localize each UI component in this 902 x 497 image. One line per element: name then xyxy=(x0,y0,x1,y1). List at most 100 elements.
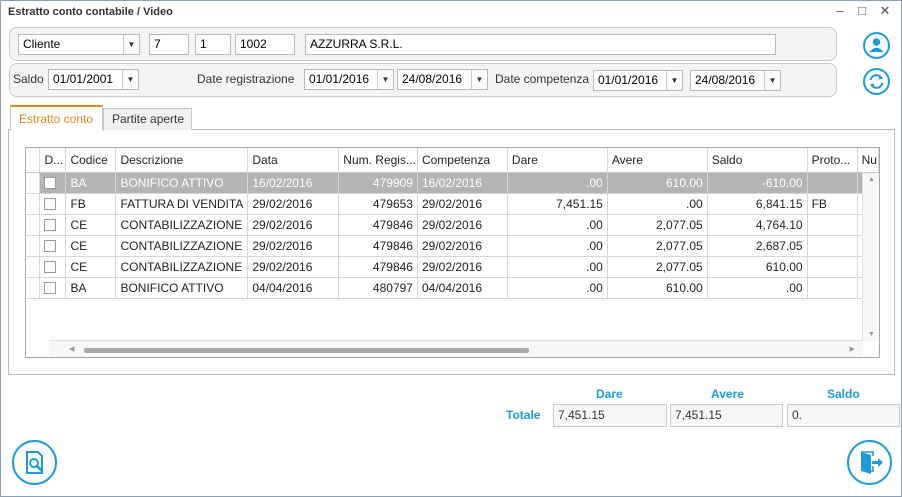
comp-from-picker[interactable]: 01/01/2016 ▼ xyxy=(593,70,683,91)
maximize-button[interactable]: □ xyxy=(852,2,872,20)
cell-proto xyxy=(807,277,858,299)
code-field-2[interactable]: 1 xyxy=(195,34,231,55)
row-checkbox-cell[interactable] xyxy=(39,214,67,236)
totals-avere-header: Avere xyxy=(711,387,744,401)
cell-num-reg: 480797 xyxy=(338,277,418,299)
cell-dare: .00 xyxy=(507,214,608,236)
totals-dare-header: Dare xyxy=(596,387,623,401)
cell-dare: .00 xyxy=(507,277,608,299)
main-window: Estratto conto contabile / Video – □ ✕ C… xyxy=(0,0,902,497)
minimize-button[interactable]: – xyxy=(830,2,850,20)
chevron-down-icon[interactable]: ▼ xyxy=(123,35,139,54)
account-type-value: Cliente xyxy=(23,37,61,51)
customer-button[interactable] xyxy=(863,32,890,59)
comp-date-label: Date competenza xyxy=(495,72,590,86)
table-row[interactable]: FB FATTURA DI VENDITA 29/02/2016 479653 … xyxy=(26,193,879,215)
saldo-date-picker[interactable]: 01/01/2001 ▼ xyxy=(48,69,139,90)
reg-date-label: Date registrazione xyxy=(197,72,295,86)
cell-num-reg: 479909 xyxy=(338,172,418,194)
col-header-proto[interactable]: Proto... xyxy=(807,148,858,173)
row-checkbox-cell[interactable] xyxy=(39,193,67,215)
entries-grid[interactable]: D... Codice Descrizione Data Num. Regis.… xyxy=(25,147,880,358)
scroll-right-icon[interactable]: ▶ xyxy=(850,345,855,353)
col-header-data[interactable]: Data xyxy=(247,148,340,173)
table-row[interactable]: BA BONIFICO ATTIVO 04/04/2016 480797 04/… xyxy=(26,277,879,299)
table-row[interactable]: ▶ BA BONIFICO ATTIVO 16/02/2016 479909 1… xyxy=(26,172,879,194)
horizontal-scrollbar[interactable]: ◀ ▶ xyxy=(49,340,863,357)
vertical-scrollbar[interactable]: ▲ ▼ xyxy=(862,173,879,341)
row-checkbox[interactable] xyxy=(44,282,57,295)
comp-to-value: 24/08/2016 xyxy=(695,73,756,87)
scroll-left-icon[interactable]: ◀ xyxy=(69,345,74,353)
chevron-down-icon[interactable]: ▼ xyxy=(471,70,487,89)
chevron-down-icon[interactable]: ▼ xyxy=(122,70,138,89)
exit-button[interactable] xyxy=(847,440,892,485)
horizontal-scroll-thumb[interactable] xyxy=(84,348,529,353)
col-header-d[interactable]: D... xyxy=(39,148,67,173)
cell-saldo: 4,764.10 xyxy=(707,214,808,236)
row-checkbox[interactable] xyxy=(44,177,57,190)
refresh-icon xyxy=(869,74,884,89)
reg-from-value: 01/01/2016 xyxy=(309,72,370,86)
entries-table: D... Codice Descrizione Data Num. Regis.… xyxy=(26,148,879,299)
cell-avere: 610.00 xyxy=(607,172,708,194)
reg-from-picker[interactable]: 01/01/2016 ▼ xyxy=(304,69,394,90)
account-type-select[interactable]: Cliente ▼ xyxy=(18,34,140,55)
row-checkbox-cell[interactable] xyxy=(39,235,67,257)
table-row[interactable]: CE CONTABILIZZAZIONE 29/02/2016 479846 2… xyxy=(26,256,879,278)
cell-competenza: 04/04/2016 xyxy=(417,277,508,299)
row-checkbox[interactable] xyxy=(44,261,57,274)
code-field-3[interactable]: 1002 xyxy=(235,34,295,55)
chevron-down-icon[interactable]: ▼ xyxy=(377,70,393,89)
cell-avere: .00 xyxy=(607,193,708,215)
row-checkbox[interactable] xyxy=(44,198,57,211)
col-header-avere[interactable]: Avere xyxy=(607,148,708,173)
col-header-descrizione[interactable]: Descrizione xyxy=(115,148,249,173)
account-name-field[interactable]: AZZURRA S.R.L. xyxy=(305,34,776,55)
cell-dare: .00 xyxy=(507,235,608,257)
cell-saldo: 610.00 xyxy=(707,256,808,278)
row-checkbox-cell[interactable] xyxy=(39,277,67,299)
cell-data: 29/02/2016 xyxy=(247,193,340,215)
col-header-num-reg[interactable]: Num. Regis... xyxy=(338,148,418,173)
chevron-down-icon[interactable]: ▼ xyxy=(666,71,682,90)
cell-proto xyxy=(807,256,858,278)
cell-competenza: 29/02/2016 xyxy=(417,235,508,257)
col-header-dare[interactable]: Dare xyxy=(507,148,608,173)
cell-codice: CE xyxy=(65,214,117,236)
cell-descrizione: CONTABILIZZAZIONE xyxy=(115,235,249,257)
refresh-button[interactable] xyxy=(863,68,890,95)
row-checkbox-cell[interactable] xyxy=(39,172,67,194)
row-indicator-header xyxy=(26,148,41,173)
cell-saldo: 2,687.05 xyxy=(707,235,808,257)
cell-num-reg: 479846 xyxy=(338,256,418,278)
col-header-codice[interactable]: Codice xyxy=(65,148,117,173)
totals-dare-field: 7,451.15 xyxy=(553,404,667,427)
reg-to-picker[interactable]: 24/08/2016 ▼ xyxy=(397,69,488,90)
tab-partite-aperte[interactable]: Partite aperte xyxy=(103,108,192,130)
cell-avere: 2,077.05 xyxy=(607,214,708,236)
chevron-down-icon[interactable]: ▼ xyxy=(764,71,780,90)
row-checkbox[interactable] xyxy=(44,240,57,253)
cell-descrizione: CONTABILIZZAZIONE xyxy=(115,256,249,278)
comp-from-value: 01/01/2016 xyxy=(598,73,659,87)
cell-codice: CE xyxy=(65,256,117,278)
scroll-up-icon[interactable]: ▲ xyxy=(868,176,875,183)
tab-estratto-conto[interactable]: Estratto conto xyxy=(10,105,103,131)
table-row[interactable]: CE CONTABILIZZAZIONE 29/02/2016 479846 2… xyxy=(26,214,879,236)
row-checkbox-cell[interactable] xyxy=(39,256,67,278)
col-header-competenza[interactable]: Competenza xyxy=(417,148,508,173)
row-checkbox[interactable] xyxy=(44,219,57,232)
cell-proto: FB xyxy=(807,193,858,215)
cell-codice: FB xyxy=(65,193,117,215)
cell-data: 04/04/2016 xyxy=(247,277,340,299)
document-search-button[interactable] xyxy=(12,440,57,485)
scroll-down-icon[interactable]: ▼ xyxy=(868,331,875,338)
cell-dare: .00 xyxy=(507,256,608,278)
table-row[interactable]: CE CONTABILIZZAZIONE 29/02/2016 479846 2… xyxy=(26,235,879,257)
col-header-saldo[interactable]: Saldo xyxy=(707,148,808,173)
close-button[interactable]: ✕ xyxy=(875,2,895,20)
col-header-nu[interactable]: Nu xyxy=(857,148,879,173)
comp-to-picker[interactable]: 24/08/2016 ▼ xyxy=(690,70,781,91)
code-field-1[interactable]: 7 xyxy=(149,34,189,55)
